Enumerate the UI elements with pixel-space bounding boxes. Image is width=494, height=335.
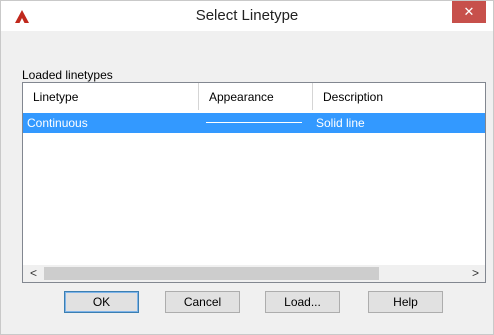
linetype-description: Solid line — [316, 116, 365, 130]
linetype-appearance-line — [206, 122, 302, 123]
help-button[interactable]: Help — [368, 291, 443, 313]
load-button[interactable]: Load... — [265, 291, 340, 313]
column-header-description[interactable]: Description — [313, 83, 485, 110]
horizontal-scrollbar[interactable]: < > — [23, 265, 485, 282]
linetype-list[interactable]: Linetype Appearance Description Continuo… — [22, 82, 486, 283]
close-button[interactable]: ✕ — [452, 1, 486, 23]
cancel-button[interactable]: Cancel — [165, 291, 240, 313]
scroll-right-icon[interactable]: > — [467, 265, 484, 282]
title-bar: Select Linetype ✕ — [1, 1, 493, 31]
column-header-appearance[interactable]: Appearance — [199, 83, 313, 110]
column-header-linetype[interactable]: Linetype — [23, 83, 199, 110]
dialog-title: Select Linetype — [195, 7, 299, 24]
loaded-linetypes-label: Loaded linetypes — [22, 68, 113, 82]
ok-button[interactable]: OK — [64, 291, 139, 313]
list-item[interactable]: Continuous Solid line — [23, 113, 485, 133]
scroll-thumb[interactable] — [44, 267, 379, 280]
linetype-name: Continuous — [27, 116, 88, 130]
close-icon: ✕ — [463, 4, 475, 19]
select-linetype-dialog: Select Linetype ✕ Loaded linetypes Linet… — [0, 0, 494, 335]
scroll-left-icon[interactable]: < — [25, 265, 42, 282]
list-header: Linetype Appearance Description — [23, 83, 485, 111]
